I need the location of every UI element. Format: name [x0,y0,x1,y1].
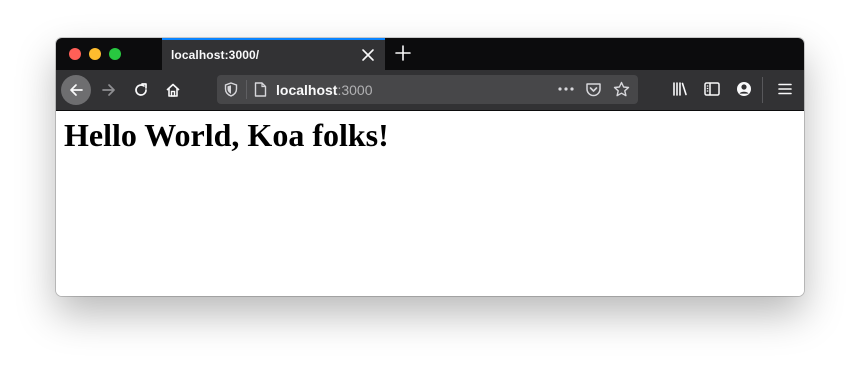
arrow-left-icon [70,84,83,96]
library-icon[interactable] [671,80,689,103]
meatball-menu-icon[interactable] [557,82,575,101]
pocket-icon[interactable] [585,81,602,103]
sidebar-icon[interactable] [703,80,721,103]
account-icon[interactable] [735,80,753,103]
close-icon[interactable] [359,46,377,64]
window-maximize-button[interactable] [109,48,121,60]
window-minimize-button[interactable] [89,48,101,60]
forward-button[interactable] [94,75,124,105]
window-close-button[interactable] [69,48,81,60]
tab-strip: localhost:3000/ [56,38,804,70]
address-divider [246,80,247,99]
browser-window: localhost:3000/ localhost:3000 Hello Wor… [56,38,804,296]
page-icon[interactable] [254,82,267,102]
home-button[interactable] [158,75,188,105]
reload-icon [135,83,147,96]
url-host: localhost [276,82,338,98]
toolbar-divider [762,77,763,103]
shield-icon[interactable] [224,82,238,102]
home-icon [166,83,180,97]
back-button[interactable] [61,75,91,105]
arrow-right-icon [102,84,115,96]
bookmark-star-icon[interactable] [613,81,630,103]
plus-icon[interactable] [394,44,412,62]
url-port: :3000 [337,82,373,98]
reload-button[interactable] [126,75,156,105]
page-content: Hello World, Koa folks! [56,111,804,296]
url-text[interactable]: localhost:3000 [276,82,373,98]
tab-active[interactable]: localhost:3000/ [162,38,385,70]
address-bar[interactable]: localhost:3000 [217,75,638,104]
hamburger-menu-icon[interactable] [776,80,794,103]
tab-title: localhost:3000/ [171,48,260,62]
page-heading: Hello World, Koa folks! [64,117,389,153]
nav-toolbar: localhost:3000 [56,70,804,111]
